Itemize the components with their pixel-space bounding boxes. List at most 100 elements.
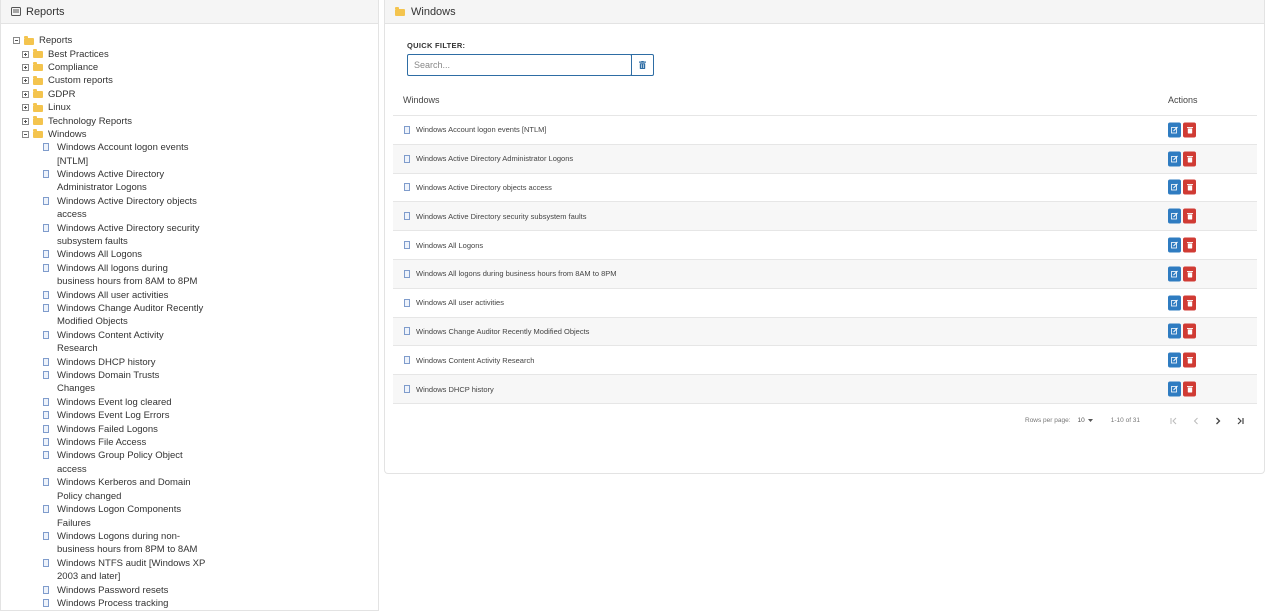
tree-report-item[interactable]: Windows Event Log Errors <box>43 409 207 422</box>
tree-report-item[interactable]: Windows Content Activity Research <box>43 329 207 356</box>
edit-button[interactable] <box>1168 208 1181 224</box>
tree-report-label: Windows Group Policy Object access <box>57 449 207 476</box>
delete-button[interactable] <box>1183 323 1196 339</box>
collapse-icon[interactable] <box>13 37 20 45</box>
tree-report-item[interactable]: Windows Password resets <box>43 584 207 597</box>
folder-icon <box>33 75 43 85</box>
expand-icon[interactable] <box>22 77 29 85</box>
tree-report-item[interactable]: Windows Failed Logons <box>43 423 207 436</box>
tree-report-item[interactable]: Windows Active Directory security subsyst… <box>43 222 207 249</box>
expand-icon[interactable] <box>22 117 29 125</box>
expand-icon[interactable] <box>22 104 29 112</box>
tree-folder-best-practices[interactable]: Best Practices <box>22 47 207 60</box>
tree-folder-gdpr[interactable]: GDPR <box>22 88 207 101</box>
tree-report-item[interactable]: Windows Domain Trusts Changes <box>43 369 207 396</box>
row-actions <box>1168 381 1196 397</box>
tree-report-item[interactable]: Windows DHCP history <box>43 356 207 369</box>
tree-report-item[interactable]: Windows Event log cleared <box>43 396 207 409</box>
tree-folder-technology-reports[interactable]: Technology Reports <box>22 114 207 127</box>
expand-icon[interactable] <box>22 90 29 98</box>
tree-report-item[interactable]: Windows All user activities <box>43 289 207 302</box>
edit-button[interactable] <box>1168 179 1181 195</box>
table-row[interactable]: Windows Active Directory security subsys… <box>393 202 1257 232</box>
report-name[interactable]: Windows Content Activity Research <box>416 356 534 365</box>
table-row[interactable]: Windows All user activities <box>393 289 1257 318</box>
table-row[interactable]: Windows Account logon events [NTLM] <box>393 116 1257 145</box>
delete-button[interactable] <box>1183 151 1196 167</box>
table-row[interactable]: Windows Change Auditor Recently Modified… <box>393 317 1257 347</box>
tree-report-item[interactable]: Windows File Access <box>43 436 207 449</box>
delete-button[interactable] <box>1183 352 1196 368</box>
report-name[interactable]: Windows Change Auditor Recently Modified… <box>416 327 589 336</box>
chevron-right-icon <box>1216 417 1221 425</box>
delete-button[interactable] <box>1183 381 1196 397</box>
document-icon <box>404 183 410 192</box>
delete-button[interactable] <box>1183 295 1196 311</box>
delete-button[interactable] <box>1183 122 1196 138</box>
report-name[interactable]: Windows DHCP history <box>416 385 494 394</box>
document-icon <box>43 250 49 259</box>
tree-folder-compliance[interactable]: Compliance <box>22 61 207 74</box>
last-page-button[interactable] <box>1229 414 1251 428</box>
expand-icon[interactable] <box>22 63 29 71</box>
tree-report-label-line2: business hours from 8PM to 8AM <box>57 544 198 556</box>
edit-button[interactable] <box>1168 381 1181 397</box>
tree-report-item[interactable]: Windows Change Auditor Recently Modified … <box>43 302 207 329</box>
first-page-button[interactable] <box>1163 414 1185 428</box>
document-icon <box>404 327 410 336</box>
edit-button[interactable] <box>1168 295 1181 311</box>
edit-button[interactable] <box>1168 151 1181 167</box>
edit-button[interactable] <box>1168 266 1181 282</box>
table-row[interactable]: Windows Content Activity Research <box>393 346 1257 376</box>
tree-report-item[interactable]: Windows Group Policy Object access <box>43 449 207 476</box>
report-name[interactable]: Windows Account logon events [NTLM] <box>416 125 546 134</box>
delete-button[interactable] <box>1183 266 1196 282</box>
table-row[interactable]: Windows All logons during business hours… <box>393 259 1257 289</box>
tree-report-item[interactable]: Windows All logons during business hours … <box>43 262 207 289</box>
row-actions <box>1168 237 1196 253</box>
tree-folder-custom-reports[interactable]: Custom reports <box>22 74 207 87</box>
tree-report-item[interactable]: Windows Active Directory objects access <box>43 195 207 222</box>
tree-report-label-line1: Windows All Logons <box>57 249 143 261</box>
tree-folder-linux[interactable]: Linux <box>22 101 207 114</box>
tree-report-item[interactable]: Windows Active Directory Administrator Lo… <box>43 168 207 195</box>
first-page-icon <box>1170 417 1177 425</box>
tree-node-label: Custom reports <box>48 75 113 87</box>
table-row[interactable]: Windows DHCP history <box>393 375 1257 404</box>
report-name[interactable]: Windows Active Directory objects access <box>416 183 552 192</box>
tree-report-item[interactable]: Windows All Logons <box>43 248 207 261</box>
report-name[interactable]: Windows All user activities <box>416 298 504 307</box>
report-name[interactable]: Windows All Logons <box>416 241 483 250</box>
report-name[interactable]: Windows Active Directory security subsys… <box>416 212 586 221</box>
clear-filter-button[interactable] <box>631 54 654 76</box>
edit-button[interactable] <box>1168 323 1181 339</box>
delete-button[interactable] <box>1183 237 1196 253</box>
tree-report-item[interactable]: Windows Kerberos and Domain Policy change… <box>43 476 207 503</box>
edit-button[interactable] <box>1168 352 1181 368</box>
table-row[interactable]: Windows All Logons <box>393 231 1257 260</box>
report-name[interactable]: Windows All logons during business hours… <box>416 269 617 278</box>
edit-button[interactable] <box>1168 237 1181 253</box>
tree-report-item[interactable]: Windows Account logon events [NTLM] <box>43 141 207 168</box>
expand-icon[interactable] <box>22 50 29 58</box>
tree-report-label-line1: Windows Failed Logons <box>57 423 158 435</box>
prev-page-button[interactable] <box>1185 414 1207 428</box>
report-name[interactable]: Windows Active Directory Administrator L… <box>416 154 573 163</box>
tree-report-item[interactable]: Windows Logon Components Failures <box>43 503 207 530</box>
tree-report-item[interactable]: Windows Process tracking <box>43 597 207 610</box>
rows-per-page-select[interactable]: 10 <box>1078 417 1093 424</box>
tree-root-reports[interactable]: Reports <box>13 34 207 47</box>
table-row[interactable]: Windows Active Directory Administrator L… <box>393 144 1257 174</box>
edit-button[interactable] <box>1168 122 1181 138</box>
windows-report-list: Windows Account logon events [NTLM] Window… <box>13 141 207 610</box>
tree-report-item[interactable]: Windows Logons during non-business hours… <box>43 530 207 557</box>
table-row[interactable]: Windows Active Directory objects access <box>393 174 1257 203</box>
delete-button[interactable] <box>1183 208 1196 224</box>
tree-report-item[interactable]: Windows NTFS audit [Windows XP 2003 and l… <box>43 557 207 584</box>
tree-folder-windows[interactable]: Windows <box>22 128 207 141</box>
search-input[interactable] <box>407 54 632 76</box>
delete-button[interactable] <box>1183 179 1196 195</box>
collapse-icon[interactable] <box>22 130 29 138</box>
next-page-button[interactable] <box>1207 414 1229 428</box>
column-header-windows[interactable]: Windows <box>403 95 440 105</box>
